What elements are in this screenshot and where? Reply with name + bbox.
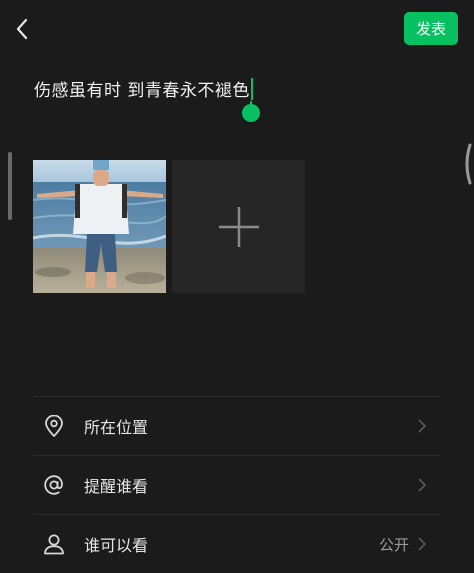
chevron-right-icon	[418, 478, 427, 492]
text-caret	[250, 77, 253, 100]
publish-button[interactable]: 发表	[404, 12, 458, 45]
chevron-left-icon	[16, 18, 28, 40]
option-value: 公开	[378, 535, 409, 554]
chevron-right-icon	[418, 419, 427, 433]
cursor-handle[interactable]	[241, 101, 261, 123]
location-pin-icon	[43, 415, 65, 437]
photo-thumbnail[interactable]	[33, 160, 166, 293]
scroll-indicator	[8, 152, 12, 220]
person-icon	[43, 533, 65, 555]
option-label: 提醒谁看	[84, 477, 149, 496]
plus-icon	[218, 206, 259, 247]
post-options: 所在位置 提醒谁看 谁可以看 公开	[33, 396, 441, 573]
back-button[interactable]	[8, 12, 36, 46]
option-label: 所在位置	[84, 418, 149, 437]
post-text-input[interactable]: 伤感虽有时 到青春永不褪色	[34, 76, 253, 101]
option-label: 谁可以看	[84, 536, 149, 555]
option-location[interactable]: 所在位置	[33, 396, 441, 455]
option-visibility[interactable]: 谁可以看 公开	[33, 514, 441, 573]
at-sign-icon	[43, 474, 65, 496]
post-text: 伤感虽有时 到青春永不褪色	[34, 81, 250, 101]
edge-handle	[465, 143, 472, 185]
photo-image	[33, 160, 166, 293]
option-mention[interactable]: 提醒谁看	[33, 455, 441, 514]
add-photo-button[interactable]	[172, 160, 305, 293]
chevron-right-icon	[418, 537, 427, 551]
